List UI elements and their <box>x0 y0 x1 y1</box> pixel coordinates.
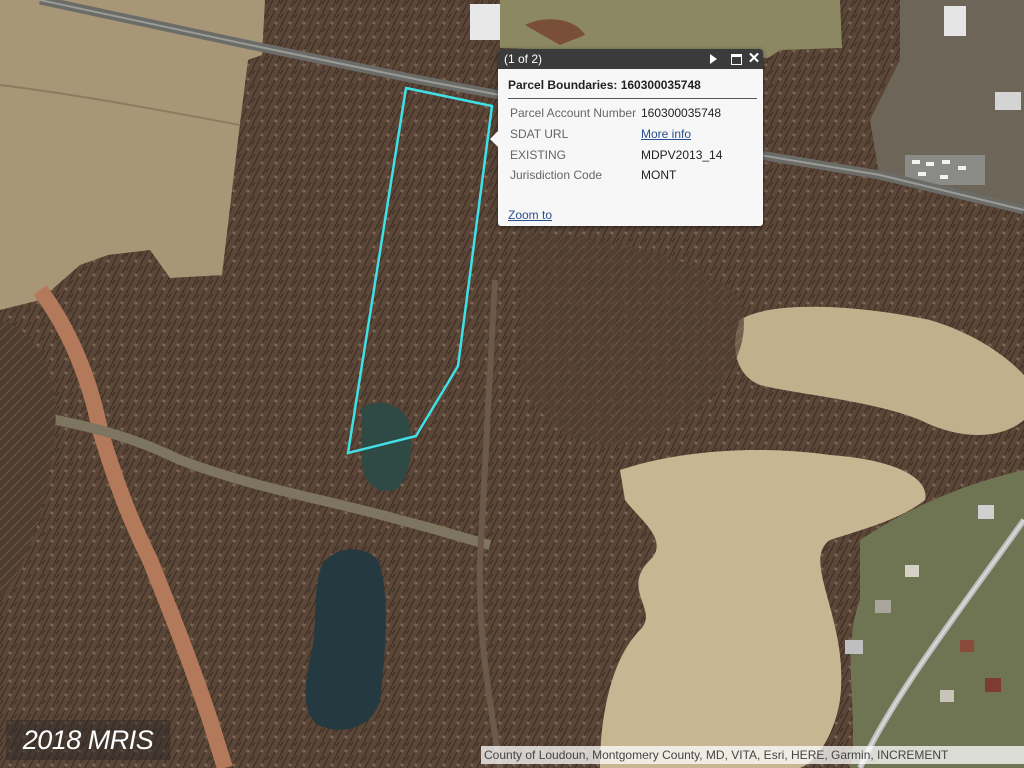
house <box>845 640 863 654</box>
attribute-value: 160300035748 <box>641 106 722 120</box>
house <box>940 690 954 702</box>
attribute-label: Parcel Account Number <box>510 106 637 120</box>
close-icon[interactable]: ✕ <box>746 51 762 67</box>
attribute-label: EXISTING <box>510 148 567 162</box>
popup-pointer <box>490 131 498 147</box>
popup-counter: (1 of 2) <box>504 52 543 66</box>
attribute-row: SDAT URL More info <box>510 127 760 143</box>
maximize-icon[interactable] <box>728 51 744 67</box>
divider <box>508 98 757 99</box>
attribute-value: MONT <box>641 168 677 182</box>
house <box>875 600 891 613</box>
popup-title: Parcel Boundaries: 160300035748 <box>508 78 701 92</box>
house <box>960 640 974 652</box>
building <box>944 6 966 36</box>
more-info-link[interactable]: More info <box>641 127 691 141</box>
play-next-icon[interactable] <box>705 51 721 67</box>
mris-watermark: 2018 MRIS <box>6 720 170 760</box>
zoom-to-link[interactable]: Zoom to <box>508 208 552 222</box>
house <box>905 565 919 577</box>
map-attribution: County of Loudoun, Montgomery County, MD… <box>481 746 1024 764</box>
attribute-label: SDAT URL <box>510 127 569 141</box>
attribute-row: Jurisdiction Code MONT <box>510 168 760 184</box>
parcel-info-popup: (1 of 2) ✕ Parcel Boundaries: 1603000357… <box>490 49 763 226</box>
house <box>985 678 1001 692</box>
attribute-row: Parcel Account Number 160300035748 <box>510 106 760 122</box>
attribute-value: MDPV2013_14 <box>641 148 723 162</box>
popup-header: (1 of 2) ✕ <box>498 49 763 69</box>
attribute-label: Jurisdiction Code <box>510 168 603 182</box>
attribute-row: EXISTING MDPV2013_14 <box>510 148 760 164</box>
building <box>995 92 1021 110</box>
building <box>470 4 500 40</box>
house <box>978 505 994 519</box>
